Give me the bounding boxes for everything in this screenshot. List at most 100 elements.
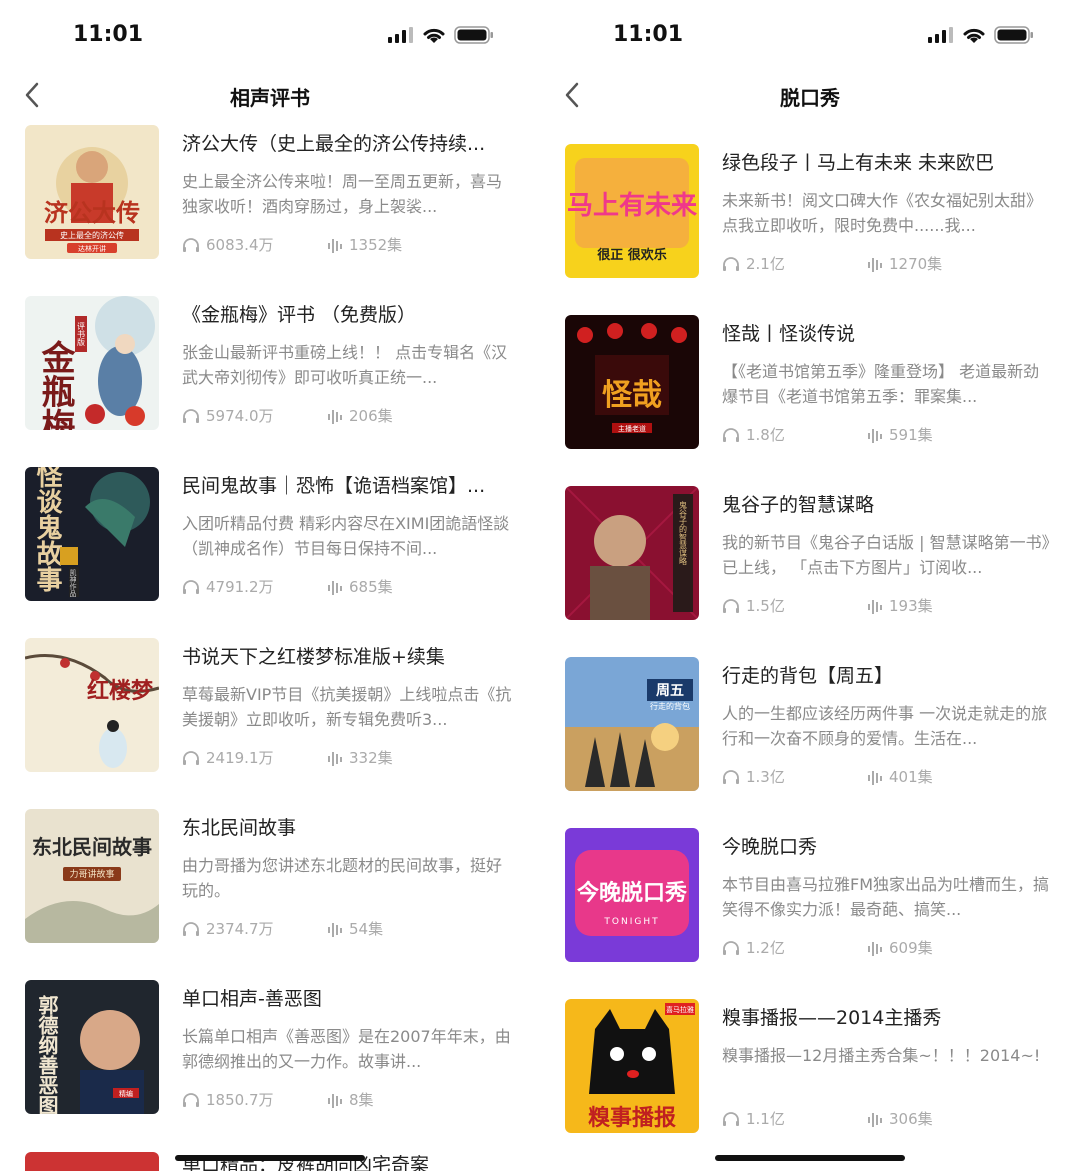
album-item[interactable]: 金瓶梅 评书版 《金瓶梅》评书 （免费版） 张金山最新评书重磅上线！！ 点击专辑名… <box>0 296 540 467</box>
svg-text:周五: 周五 <box>656 683 684 699</box>
album-item[interactable]: 郭德纲善恶图 精编 单口相声-善恶图 长篇单口相声《善恶图》是在2007年年末，由… <box>0 980 540 1151</box>
status-time: 11:01 <box>73 22 144 47</box>
svg-text:达林开讲: 达林开讲 <box>78 244 106 253</box>
album-cover[interactable]: 鬼谷子的智慧谋略 <box>565 486 699 620</box>
nav-bar: 脱口秀 <box>540 70 1080 120</box>
album-title: 单口相声-善恶图 <box>182 988 322 1010</box>
headphones-icon <box>183 1092 199 1107</box>
svg-text:郭德纲善恶图: 郭德纲善恶图 <box>35 994 59 1114</box>
audio-bars-icon <box>328 580 342 595</box>
headphones-icon <box>183 408 199 423</box>
play-count: 5974.0万 <box>206 407 274 425</box>
album-item[interactable]: 怪谈鬼故事 凯神作品 民间鬼故事｜恐怖【诡语档案馆】... 入团听精品付费 精彩内… <box>0 467 540 638</box>
audio-bars-icon <box>328 409 342 424</box>
album-title: 怪哉丨怪谈传说 <box>722 323 856 345</box>
album-title: 书说天下之红楼梦标准版+续集 <box>182 646 445 668</box>
album-cover-partial[interactable] <box>25 1152 159 1171</box>
album-title: 鬼谷子的智慧谋略 <box>722 494 875 516</box>
album-list: 马上有未来 很正 很欢乐 绿色段子丨马上有未来 未来欧巴 未来新书！阅文口碑大作《… <box>540 144 1080 1170</box>
album-description: 本节目由喜马拉雅FM独家出品为吐槽而生，搞笑得不像实力派！最奇葩、搞笑... <box>722 875 1050 919</box>
album-title: 济公大传（史上最全的济公传持续... <box>182 133 486 155</box>
cellular-signal-icon <box>388 27 413 43</box>
album-cover[interactable]: 金瓶梅 评书版 <box>25 296 159 430</box>
episode-count: 685集 <box>349 578 393 596</box>
album-description: 入团听精品付费 精彩内容尽在XIMI团詭語怪談（凯神成名作）节目每日保持不间..… <box>182 514 510 558</box>
album-cover[interactable]: 东北民间故事力哥讲故事 <box>25 809 159 943</box>
headphones-icon <box>723 427 739 442</box>
play-count: 2374.7万 <box>206 920 274 938</box>
svg-text:马上有未来: 马上有未来 <box>567 191 698 221</box>
svg-text:力哥讲故事: 力哥讲故事 <box>69 868 114 880</box>
episode-count: 1352集 <box>349 236 403 254</box>
album-item[interactable]: 红楼梦 书说天下之红楼梦标准版+续集 草莓最新VIP节目《抗美援朝》上线啦点击《… <box>0 638 540 809</box>
album-description: 人的一生都应该经历两件事 一次说走就走的旅行和一次奋不顾身的爱情。生活在... <box>722 704 1048 748</box>
album-cover[interactable]: 怪哉 主播老道 <box>565 315 699 449</box>
album-item[interactable]: 今晚脱口秀 TONIGHT 今晚脱口秀 本节目由喜马拉雅FM独家出品为吐槽而生，搞… <box>540 828 1080 999</box>
album-item[interactable]: 周五行走的背包 行走的背包【周五】 人的一生都应该经历两件事 一次说走就走的旅行… <box>540 657 1080 828</box>
status-bar: 11:01 <box>540 0 1080 70</box>
album-title: 糗事播报——2014主播秀 <box>722 1007 942 1029</box>
album-item[interactable]: 东北民间故事 力哥讲故事 东北民间故事 由力哥播为您讲述东北题材的民间故事，挺好玩… <box>0 809 540 980</box>
page-title: 脱口秀 <box>780 86 840 110</box>
album-item[interactable]: 怪哉 主播老道 怪哉丨怪谈传说 【《老道书馆第五季》隆重登场】 老道最新劲爆节目《… <box>540 315 1080 486</box>
home-indicator[interactable] <box>715 1155 905 1161</box>
album-cover[interactable]: 怪谈鬼故事 凯神作品 <box>25 467 159 601</box>
battery-icon <box>994 26 1033 44</box>
album-list: 济公大传 史上最全的济公传 达林开讲 济公大传（史上最全的济公传持续... 史上最全… <box>0 125 540 1151</box>
play-count: 2419.1万 <box>206 749 274 767</box>
album-title: 民间鬼故事｜恐怖【诡语档案馆】... <box>182 475 486 497</box>
play-count: 2.1亿 <box>746 255 785 273</box>
svg-text:主播老道: 主播老道 <box>618 424 646 433</box>
audio-bars-icon <box>868 1112 882 1127</box>
home-indicator[interactable] <box>175 1155 365 1161</box>
album-item[interactable]: 马上有未来 很正 很欢乐 绿色段子丨马上有未来 未来欧巴 未来新书！阅文口碑大作《… <box>540 144 1080 315</box>
album-cover[interactable]: 马上有未来很正 很欢乐 <box>565 144 699 278</box>
svg-text:行走的背包: 行走的背包 <box>650 701 690 711</box>
audio-bars-icon <box>328 1093 342 1108</box>
episode-count: 306集 <box>889 1110 933 1128</box>
audio-bars-icon <box>328 922 342 937</box>
play-count: 1.1亿 <box>746 1110 785 1128</box>
play-count: 1850.7万 <box>206 1091 274 1109</box>
album-cover[interactable]: 周五 行走的背包 <box>565 657 699 791</box>
album-cover[interactable]: 郭德纲善恶图 精编 <box>25 980 159 1114</box>
svg-text:史上最全的济公传: 史上最全的济公传 <box>60 230 124 240</box>
play-count: 1.5亿 <box>746 597 785 615</box>
album-title: 今晚脱口秀 <box>722 836 818 858</box>
album-description: 史上最全济公传来啦！周一至周五更新，喜马独家收听！酒肉穿肠过，身上袈裟... <box>182 172 503 216</box>
album-title: 行走的背包【周五】 <box>722 665 894 687</box>
audio-bars-icon <box>868 428 882 443</box>
album-cover[interactable]: 红楼梦 <box>25 638 159 772</box>
nav-bar: 相声评书 <box>0 70 540 120</box>
album-item[interactable]: 济公大传 史上最全的济公传 达林开讲 济公大传（史上最全的济公传持续... 史上最全… <box>0 125 540 296</box>
play-count: 1.2亿 <box>746 939 785 957</box>
headphones-icon <box>183 921 199 936</box>
svg-text:糗事播报: 糗事播报 <box>588 1105 676 1131</box>
album-item[interactable]: 喜马拉雅 糗事播报 糗事播报——2014主播秀 糗事播报—12月播主秀合集~！！！… <box>540 999 1080 1170</box>
svg-text:评书版: 评书版 <box>77 322 86 347</box>
album-cover[interactable]: 济公大传 史上最全的济公传 达林开讲 <box>25 125 159 259</box>
wifi-icon <box>423 28 445 43</box>
cellular-signal-icon <box>928 27 953 43</box>
album-cover[interactable]: 喜马拉雅 糗事播报 <box>565 999 699 1133</box>
album-item[interactable]: 鬼谷子的智慧谋略 鬼谷子的智慧谋略 我的新节目《鬼谷子白话版 | 智慧谋略第一书… <box>540 486 1080 657</box>
episode-count: 609集 <box>889 939 933 957</box>
svg-text:东北民间故事: 东北民间故事 <box>32 835 152 859</box>
page-title: 相声评书 <box>230 86 310 110</box>
svg-text:很正 很欢乐: 很正 很欢乐 <box>597 247 667 263</box>
episode-count: 206集 <box>349 407 393 425</box>
status-bar: 11:01 <box>0 0 540 70</box>
audio-bars-icon <box>868 770 882 785</box>
left-screen: 11:01 相声评书 济公大传 史上最全的济公传 达林开讲 济公大传（史上最全的济公… <box>0 0 540 1171</box>
album-title: 东北民间故事 <box>182 817 297 839</box>
episode-count: 332集 <box>349 749 393 767</box>
episode-count: 591集 <box>889 426 933 444</box>
album-description: 草莓最新VIP节目《抗美援朝》上线啦点击《抗美援朝》立即收听，新专辑免费听3..… <box>182 685 512 729</box>
audio-bars-icon <box>868 941 882 956</box>
album-description: 【《老道书馆第五季》隆重登场】 老道最新劲爆节目《老道书馆第五季：罪案集... <box>722 362 1040 406</box>
album-description: 张金山最新评书重磅上线！！ 点击专辑名《汉武大帝刘彻传》即可收听真正统一... <box>182 343 508 387</box>
headphones-icon <box>723 598 739 613</box>
album-cover[interactable]: 今晚脱口秀 TONIGHT <box>565 828 699 962</box>
headphones-icon <box>723 1111 739 1126</box>
headphones-icon <box>183 237 199 252</box>
